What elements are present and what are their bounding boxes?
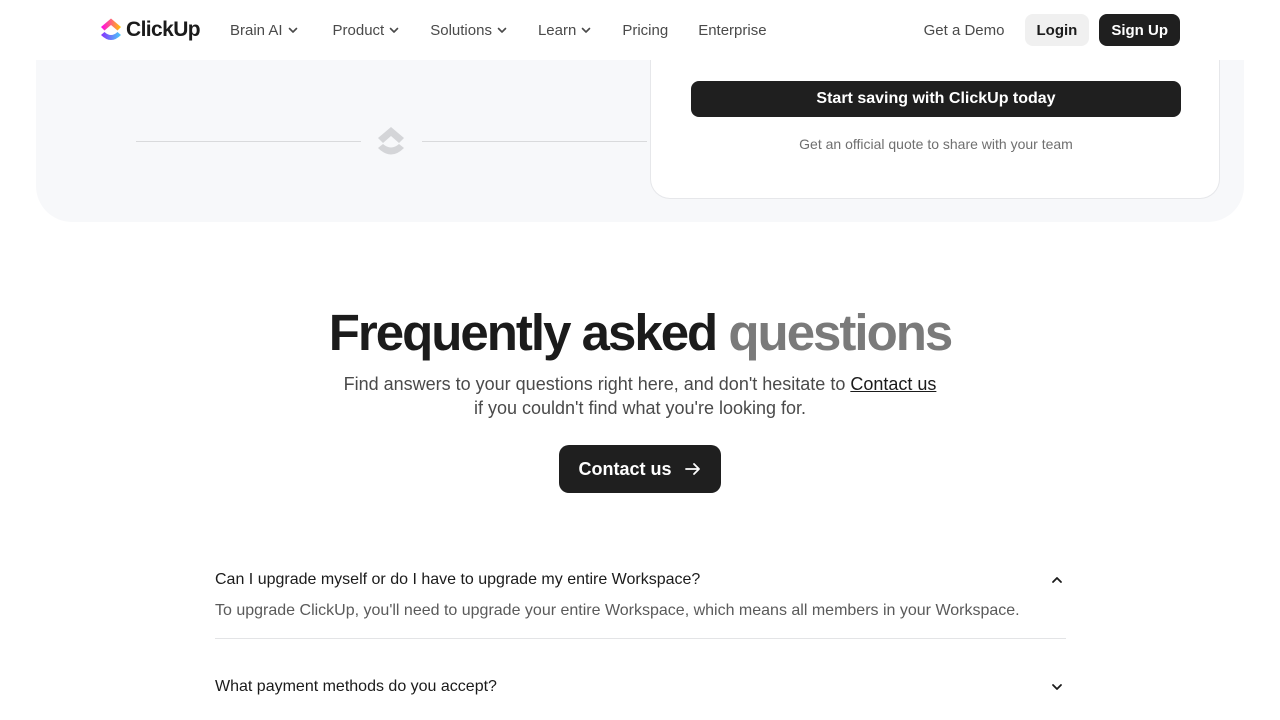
nav-item-pricing[interactable]: Pricing	[622, 19, 668, 41]
faq-subtitle: Find answers to your questions right her…	[0, 372, 1280, 420]
sign-up-button[interactable]: Sign Up	[1099, 14, 1180, 46]
quote-note: Get an official quote to share with your…	[799, 136, 1073, 152]
start-saving-button[interactable]: Start saving with ClickUp today	[691, 81, 1181, 117]
nav-links: Brain AI Product Solutions Learn Pricing…	[230, 19, 767, 41]
nav-item-product[interactable]: Product	[333, 19, 401, 41]
nav-item-solutions[interactable]: Solutions	[430, 19, 508, 41]
nav-item-label: Enterprise	[698, 21, 767, 39]
nav-item-label: Brain AI	[230, 21, 283, 39]
faq-title-dark: Frequently asked	[328, 304, 718, 361]
faq-item[interactable]: Can I upgrade myself or do I have to upg…	[215, 562, 1066, 639]
chevron-down-icon	[288, 27, 297, 33]
faq-subtitle-suffix: if you couldn't find what you're looking…	[473, 398, 807, 418]
get-demo-link[interactable]: Get a Demo	[924, 22, 1005, 39]
chevron-down-icon	[389, 27, 399, 33]
chevron-down-icon	[497, 27, 507, 33]
nav-item-label: Pricing	[622, 21, 669, 39]
nav-item-label: Solutions	[430, 21, 492, 39]
chevron-down-icon[interactable]	[1050, 680, 1064, 694]
faq-subtitle-prefix: Find answers to your questions right her…	[343, 374, 846, 394]
chevron-up-icon[interactable]	[1050, 573, 1064, 587]
nav-item-label: Learn	[537, 21, 577, 39]
contact-us-link[interactable]: Contact us	[850, 374, 936, 394]
faq-list: Can I upgrade myself or do I have to upg…	[215, 562, 1066, 705]
top-nav: ClickUp Brain AI Product Solutions Learn…	[0, 0, 1280, 60]
nav-item-brain-ai[interactable]: Brain AI	[230, 19, 299, 41]
faq-title: Frequently asked questions	[0, 302, 1280, 364]
nav-item-learn[interactable]: Learn	[538, 19, 592, 41]
contact-us-button[interactable]: Contact us	[559, 445, 721, 493]
clickup-logo[interactable]: ClickUp	[100, 16, 201, 44]
divider-line-left	[136, 141, 361, 142]
faq-question-row[interactable]: What payment methods do you accept?	[215, 669, 1066, 705]
nav-item-enterprise[interactable]: Enterprise	[698, 19, 766, 41]
login-button[interactable]: Login	[1024, 14, 1090, 46]
nav-actions: Get a Demo Login Sign Up	[924, 14, 1180, 46]
clickup-mark-icon	[378, 127, 404, 155]
logo-text: ClickUp	[126, 18, 201, 41]
divider-line-right	[422, 141, 647, 142]
faq-divider	[215, 638, 1066, 639]
clickup-logo-icon	[101, 18, 121, 40]
chevron-down-icon	[582, 27, 591, 33]
nav-item-label: Product	[332, 21, 385, 39]
faq-title-light: questions	[728, 304, 953, 361]
contact-us-button-label: Contact us	[578, 458, 672, 479]
logo-divider	[136, 124, 647, 160]
faq-question: What payment methods do you accept?	[215, 678, 497, 695]
arrow-right-icon	[684, 463, 700, 475]
faq-item[interactable]: What payment methods do you accept?	[215, 669, 1066, 705]
faq-question: Can I upgrade myself or do I have to upg…	[215, 571, 701, 588]
faq-question-row[interactable]: Can I upgrade myself or do I have to upg…	[215, 562, 1066, 598]
faq-answer: To upgrade ClickUp, you'll need to upgra…	[215, 602, 1020, 619]
